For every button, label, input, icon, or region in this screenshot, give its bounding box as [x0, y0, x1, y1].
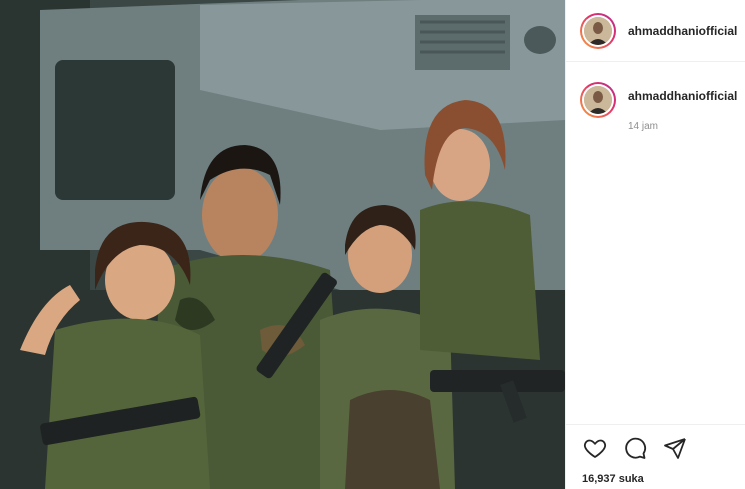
likes-count[interactable]: 16,937 suka	[566, 461, 745, 485]
comment-timestamp[interactable]: 14 jam	[628, 121, 737, 132]
like-button[interactable]	[582, 435, 608, 461]
comment-username[interactable]: ahmaddhaniofficial	[628, 89, 737, 103]
post-photo[interactable]	[0, 0, 565, 489]
author-username[interactable]: ahmaddhaniofficial	[628, 24, 737, 38]
profile-picture	[584, 16, 612, 45]
share-icon	[664, 438, 686, 459]
comment-button[interactable]	[622, 435, 648, 461]
caption-comment: ahmaddhaniofficial 14 jam	[580, 82, 737, 132]
comment-avatar[interactable]	[580, 82, 616, 118]
action-bar: 16,937 suka	[566, 424, 745, 489]
heart-icon	[583, 439, 607, 458]
comment-icon	[625, 437, 647, 459]
post-header: ahmaddhaniofficial	[566, 0, 745, 62]
avatar[interactable]	[580, 12, 616, 49]
post-sidebar: ahmaddhaniofficial ahmaddhaniofficial 14…	[565, 0, 745, 489]
comment-profile-picture	[584, 86, 612, 114]
share-button[interactable]	[662, 435, 688, 461]
